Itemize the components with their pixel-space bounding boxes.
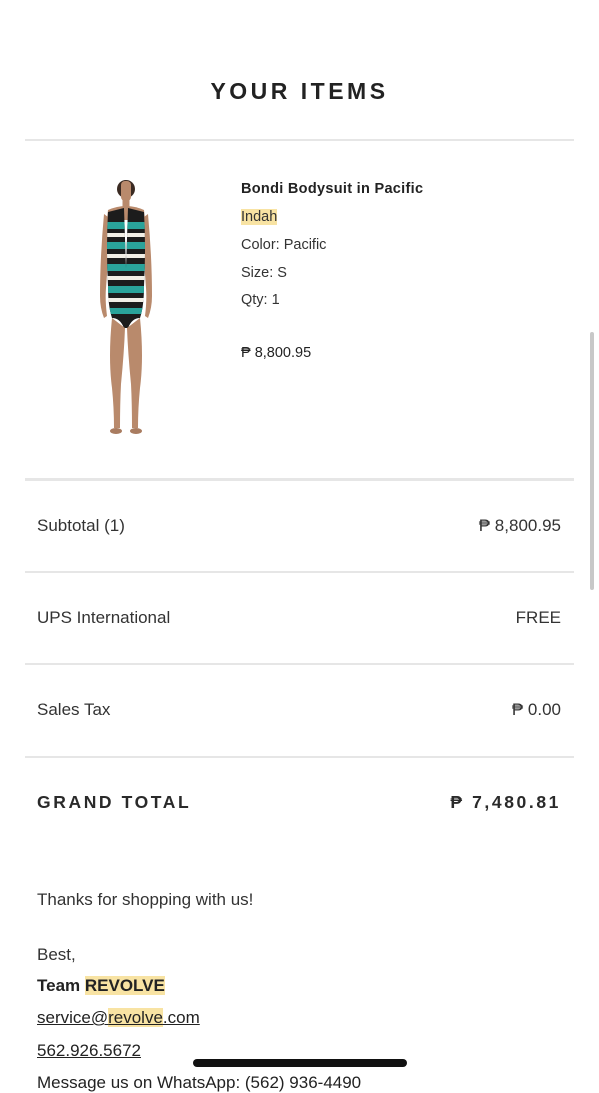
divider (25, 139, 574, 141)
brand-highlight: Indah (241, 209, 278, 225)
product-qty: Qty: 1 (241, 292, 280, 308)
thanks-message: Thanks for shopping with us! (37, 890, 254, 909)
product-size: Size: S (241, 265, 287, 281)
divider (25, 663, 574, 665)
divider (25, 756, 574, 758)
email-domain-highlight: revolve (108, 1008, 163, 1027)
subtotal-value: ₱ 8,800.95 (478, 516, 561, 535)
home-indicator[interactable] (193, 1059, 407, 1067)
divider (25, 571, 574, 573)
tax-label: Sales Tax (37, 700, 111, 719)
team-name-highlight: REVOLVE (84, 976, 165, 995)
subtotal-label: Subtotal (1) (37, 516, 125, 535)
tax-value: ₱ 0.00 (511, 700, 561, 719)
product-color: Color: Pacific (241, 237, 327, 253)
shipping-value: FREE (515, 608, 561, 627)
whatsapp-line[interactable]: Message us on WhatsApp: (562) 936-4490 (37, 1073, 361, 1093)
grand-total-label: GRAND TOTAL (37, 792, 192, 812)
product-image[interactable] (88, 178, 164, 436)
product-name[interactable]: Bondi Bodysuit in Pacific (241, 181, 423, 197)
email-link[interactable]: service@revolve.com (37, 1008, 200, 1028)
grand-total-value: ₱ 7,480.81 (450, 792, 561, 812)
scrollbar[interactable] (590, 332, 594, 590)
product-brand[interactable]: Indah (241, 209, 278, 225)
product-price: ₱ 8,800.95 (241, 345, 312, 361)
email-prefix: service@ (37, 1008, 109, 1027)
phone-link[interactable]: 562.926.5672 (37, 1041, 141, 1061)
team-prefix: Team (37, 976, 85, 995)
email-suffix: .com (162, 1008, 200, 1027)
team-signature: Team REVOLVE (37, 976, 165, 996)
divider (25, 478, 574, 481)
signoff: Best, (37, 945, 76, 964)
shipping-label: UPS International (37, 608, 171, 627)
section-title: YOUR ITEMS (210, 78, 389, 104)
